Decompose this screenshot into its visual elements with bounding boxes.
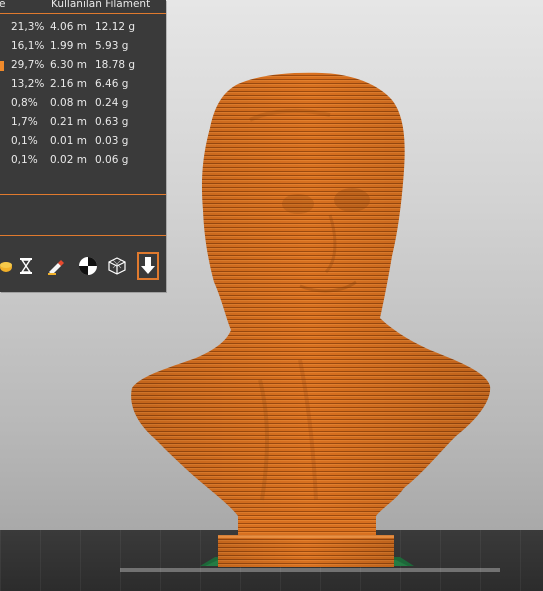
bust-body: [131, 72, 491, 516]
export-gcode-button[interactable]: [137, 252, 159, 280]
panel-header: e Kullanılan Filament: [0, 0, 166, 12]
print-time-button[interactable]: [14, 253, 38, 279]
length-cell: 2.16 m: [50, 78, 87, 90]
percent-cell: 21,3%: [11, 21, 45, 33]
length-cell: 0.02 m: [50, 154, 87, 166]
table-row: 16,1% 1.99 m 5.93 g: [0, 37, 166, 56]
sliced-info-panel: e Kullanılan Filament 21,3% 4.06 m 12.12…: [0, 0, 166, 292]
wireframe-cube-icon: [107, 256, 127, 276]
percent-cell: 0,1%: [11, 154, 38, 166]
weight-cell: 0.03 g: [95, 135, 129, 147]
view-toolbar: [0, 252, 166, 283]
percent-cell: 0,1%: [11, 135, 38, 147]
percent-cell: 0,8%: [11, 97, 38, 109]
weight-cell: 12.12 g: [95, 21, 136, 33]
hourglass-icon: [18, 257, 34, 275]
contrast-icon: [78, 256, 98, 276]
weight-cell: 0.24 g: [95, 97, 129, 109]
length-cell: 1.99 m: [50, 40, 87, 52]
table-row: 0,1% 0.02 m 0.06 g: [0, 151, 166, 170]
contrast-button[interactable]: [76, 253, 100, 279]
length-cell: 0.08 m: [50, 97, 87, 109]
length-cell: 0.01 m: [50, 135, 87, 147]
weight-cell: 18.78 g: [95, 59, 136, 71]
table-row: 13,2% 2.16 m 6.46 g: [0, 75, 166, 94]
length-cell: 6.30 m: [50, 59, 87, 71]
wireframe-button[interactable]: [105, 253, 129, 279]
length-cell: 0.21 m: [50, 116, 87, 128]
paint-button[interactable]: [44, 253, 68, 279]
weight-cell: 5.93 g: [95, 40, 129, 52]
percent-cell: 29,7%: [11, 59, 45, 71]
table-row: 0,8% 0.08 m 0.24 g: [0, 94, 166, 113]
section-divider: [0, 235, 166, 236]
color-swatch: [0, 61, 4, 71]
weight-cell: 0.06 g: [95, 154, 129, 166]
table-row: 29,7% 6.30 m 18.78 g: [0, 56, 166, 75]
section-divider: [0, 194, 166, 195]
length-cell: 4.06 m: [50, 21, 87, 33]
weight-cell: 6.46 g: [95, 78, 129, 90]
header-truncated-label: e: [0, 0, 6, 10]
table-row: 1,7% 0.21 m 0.63 g: [0, 113, 166, 132]
pedestal: [218, 514, 394, 567]
percent-cell: 13,2%: [11, 78, 45, 90]
paint-icon: [46, 256, 66, 276]
percent-cell: 1,7%: [11, 116, 38, 128]
weight-cell: 0.63 g: [95, 116, 129, 128]
percent-cell: 16,1%: [11, 40, 45, 52]
header-divider: [0, 13, 166, 14]
export-download-icon: [140, 256, 156, 276]
layers-icon: [0, 258, 14, 274]
table-row: 0,1% 0.01 m 0.03 g: [0, 132, 166, 151]
table-row: 21,3% 4.06 m 12.12 g: [0, 18, 166, 37]
used-filament-header: Kullanılan Filament: [51, 0, 151, 10]
